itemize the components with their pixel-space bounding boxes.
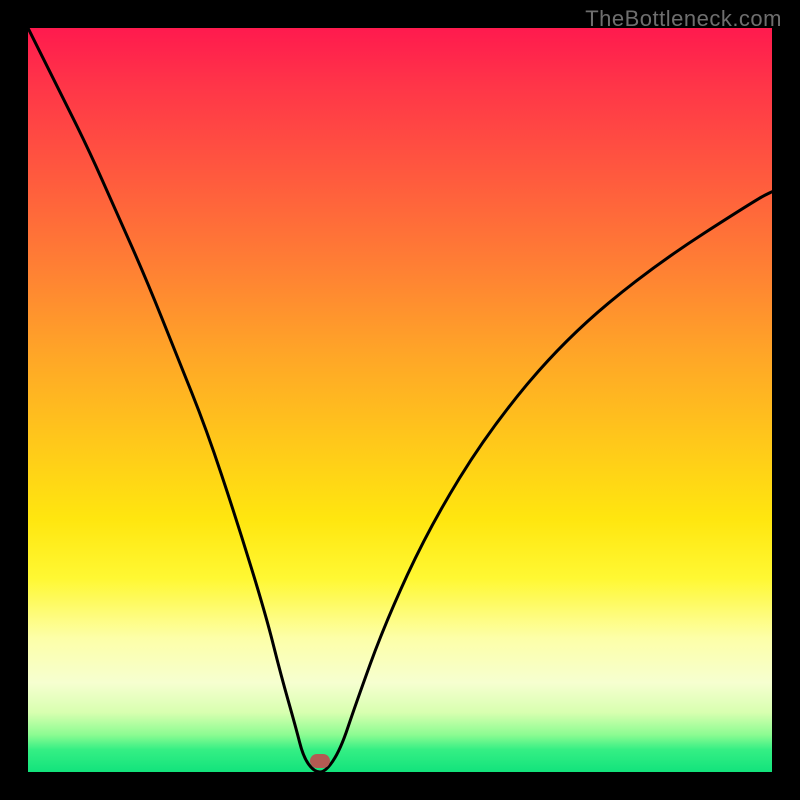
optimal-point-marker (310, 754, 330, 768)
chart-frame: TheBottleneck.com (0, 0, 800, 800)
curve-svg (28, 28, 772, 772)
bottleneck-curve (28, 28, 772, 772)
plot-area (28, 28, 772, 772)
